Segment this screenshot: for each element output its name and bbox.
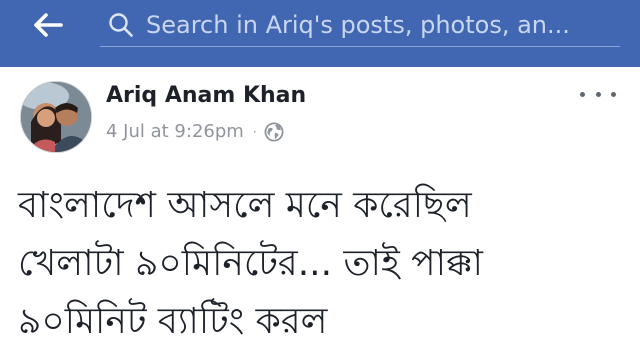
back-button[interactable] xyxy=(28,10,68,40)
author-name[interactable]: Ariq Anam Khan xyxy=(106,83,306,108)
post-meta: 4 Jul at 9:26pm · xyxy=(106,121,284,142)
globe-icon xyxy=(264,121,284,142)
meta-separator: · xyxy=(252,124,257,139)
search-icon xyxy=(106,10,136,40)
post-timestamp[interactable]: 4 Jul at 9:26pm xyxy=(106,121,244,142)
search-input[interactable] xyxy=(136,8,620,42)
arrow-left-icon xyxy=(34,13,63,37)
post-text-line: খেলাটা ৯০মিনিটের... তাই পাক্কা xyxy=(18,243,483,284)
search-bar[interactable] xyxy=(100,4,620,47)
more-options-button[interactable] xyxy=(580,83,616,105)
post-text-line: বাংলাদেশ আসলে মনে করেছিল xyxy=(18,185,472,226)
post-card: Ariq Anam Khan 4 Jul at 9:26pm · বাংলাদে… xyxy=(0,67,640,360)
post-text-line: ৯০মিনিট ব্যাটিং করল xyxy=(18,301,328,342)
post-body: বাংলাদেশ আসলে মনে করেছিল খেলাটা ৯০মিনিটে… xyxy=(18,177,628,351)
avatar[interactable] xyxy=(20,81,92,153)
top-navigation-bar xyxy=(0,0,640,67)
more-horizontal-icon xyxy=(580,91,585,97)
